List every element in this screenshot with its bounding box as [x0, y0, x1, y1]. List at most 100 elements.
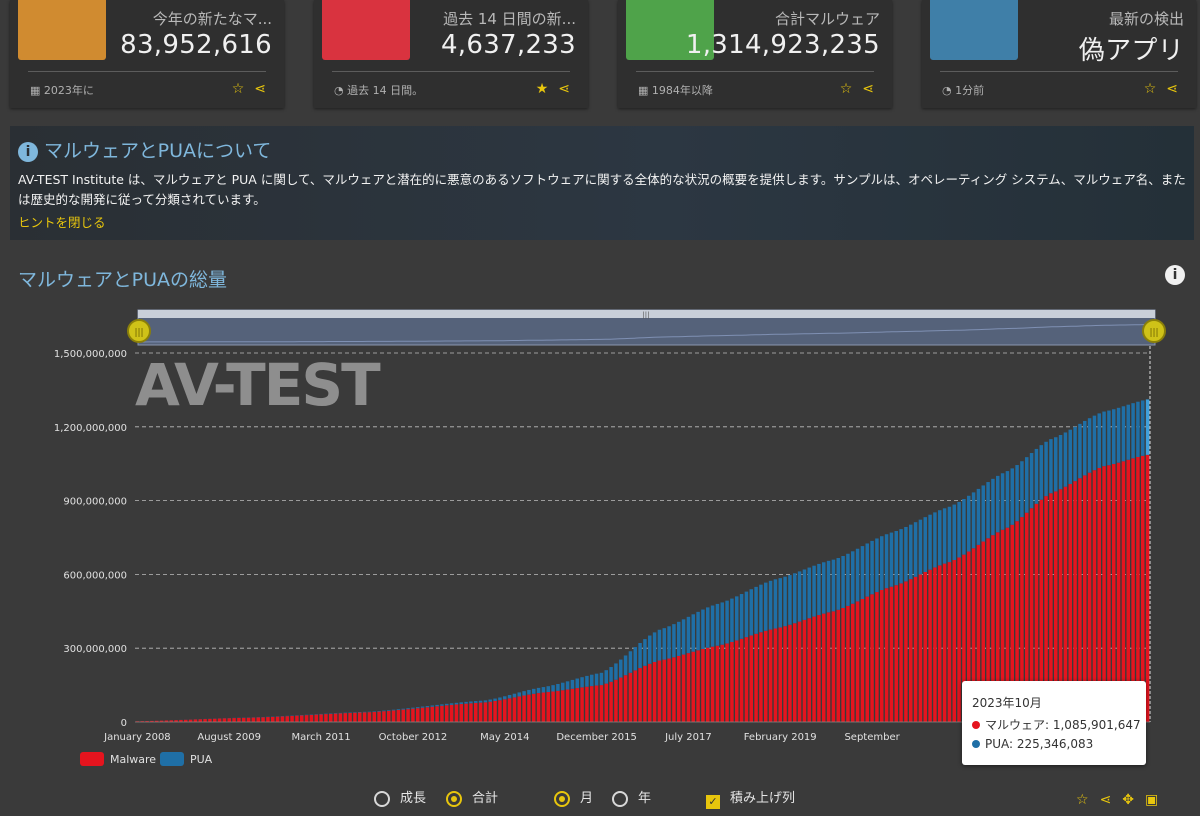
pua-bar[interactable] — [933, 512, 937, 568]
pua-bar[interactable] — [1000, 473, 1005, 530]
pua-bar[interactable] — [971, 492, 976, 549]
malware-bar[interactable] — [749, 635, 753, 722]
malware-bar[interactable] — [449, 704, 454, 722]
malware-bar[interactable] — [957, 557, 961, 722]
malware-bar[interactable] — [696, 650, 700, 722]
malware-bar[interactable] — [469, 703, 473, 722]
pua-bar[interactable] — [580, 677, 584, 688]
pua-bar[interactable] — [411, 707, 415, 709]
pua-bar[interactable] — [764, 582, 768, 631]
malware-bar[interactable] — [532, 693, 536, 722]
malware-bar[interactable] — [836, 609, 840, 722]
pua-bar[interactable] — [507, 695, 512, 699]
malware-bar[interactable] — [478, 702, 483, 722]
pua-bar[interactable] — [986, 482, 990, 539]
pua-bar[interactable] — [807, 567, 811, 619]
pua-bar[interactable] — [686, 616, 691, 654]
malware-bar[interactable] — [667, 658, 671, 722]
pua-bar[interactable] — [783, 576, 787, 627]
malware-bar[interactable] — [237, 717, 241, 722]
pua-bar[interactable] — [793, 573, 797, 624]
malware-bar[interactable] — [909, 579, 913, 722]
malware-bar[interactable] — [880, 590, 884, 722]
pua-bar[interactable] — [667, 626, 671, 659]
pua-bar[interactable] — [590, 674, 594, 687]
malware-bar[interactable] — [677, 655, 681, 722]
malware-bar[interactable] — [517, 696, 521, 722]
malware-bar[interactable] — [541, 692, 546, 722]
malware-bar[interactable] — [865, 596, 869, 722]
pua-bar[interactable] — [377, 710, 381, 712]
pua-bar[interactable] — [981, 485, 985, 542]
malware-bar[interactable] — [638, 668, 642, 722]
malware-bar[interactable] — [522, 695, 526, 723]
pua-bar[interactable] — [1126, 404, 1130, 460]
malware-bar[interactable] — [222, 718, 227, 722]
pua-bar[interactable] — [710, 605, 715, 647]
pua-bar[interactable] — [478, 700, 483, 703]
malware-bar[interactable] — [271, 716, 275, 722]
malware-bar[interactable] — [822, 613, 826, 722]
pua-bar[interactable] — [449, 703, 454, 705]
radio-year[interactable]: 年 — [612, 787, 651, 807]
pua-bar[interactable] — [918, 519, 923, 575]
pua-bar[interactable] — [991, 478, 995, 536]
pua-bar[interactable] — [1034, 448, 1039, 504]
pua-bar[interactable] — [1121, 406, 1126, 462]
move-icon[interactable]: ✥ — [1122, 792, 1134, 808]
pua-bar[interactable] — [541, 687, 546, 693]
radio-month[interactable]: 月 — [554, 787, 593, 807]
malware-bar[interactable] — [628, 672, 633, 722]
malware-bar[interactable] — [918, 574, 923, 722]
pua-bar[interactable] — [812, 565, 816, 617]
pua-bar[interactable] — [715, 603, 720, 646]
malware-bar[interactable] — [609, 681, 613, 722]
malware-bar[interactable] — [913, 576, 918, 722]
pua-bar[interactable] — [768, 580, 773, 630]
malware-bar[interactable] — [290, 715, 294, 722]
malware-bar[interactable] — [358, 712, 362, 722]
malware-bar[interactable] — [686, 653, 691, 722]
malware-bar[interactable] — [768, 629, 773, 722]
malware-bar[interactable] — [319, 714, 323, 722]
pua-bar[interactable] — [759, 584, 763, 633]
pua-bar[interactable] — [1097, 413, 1101, 468]
malware-bar[interactable] — [952, 560, 956, 722]
malware-bar[interactable] — [348, 712, 352, 722]
pua-bar[interactable] — [1025, 457, 1029, 513]
pua-bar[interactable] — [372, 711, 376, 712]
malware-bar[interactable] — [246, 717, 251, 722]
malware-bar[interactable] — [536, 693, 541, 722]
pua-bar[interactable] — [720, 602, 724, 645]
pua-bar[interactable] — [846, 553, 850, 606]
malware-bar[interactable] — [329, 713, 333, 722]
malware-bar[interactable] — [367, 712, 372, 722]
malware-bar[interactable] — [894, 585, 898, 722]
malware-bar[interactable] — [527, 694, 531, 722]
pua-bar[interactable] — [517, 692, 521, 697]
malware-bar[interactable] — [701, 648, 705, 722]
malware-bar[interactable] — [797, 621, 802, 722]
malware-bar[interactable] — [754, 633, 758, 722]
pua-bar[interactable] — [788, 575, 792, 625]
pua-bar[interactable] — [942, 508, 947, 564]
pua-bar[interactable] — [957, 501, 961, 558]
pua-bar[interactable] — [826, 560, 831, 613]
malware-bar[interactable] — [507, 698, 512, 722]
pua-bar[interactable] — [967, 495, 971, 552]
pua-bar[interactable] — [1044, 441, 1048, 497]
pua-bar[interactable] — [773, 579, 778, 629]
malware-bar[interactable] — [706, 647, 710, 722]
malware-bar[interactable] — [812, 616, 816, 722]
pua-bar[interactable] — [1063, 432, 1068, 487]
malware-bar[interactable] — [251, 717, 256, 722]
malware-bar[interactable] — [735, 640, 739, 722]
pua-bar[interactable] — [1010, 468, 1014, 525]
malware-bar[interactable] — [304, 715, 309, 722]
malware-bar[interactable] — [242, 717, 246, 722]
malware-bar[interactable] — [445, 705, 449, 722]
pua-bar[interactable] — [1141, 400, 1145, 456]
malware-bar[interactable] — [725, 643, 729, 722]
pua-bar[interactable] — [420, 706, 425, 708]
pua-bar[interactable] — [996, 475, 1000, 533]
